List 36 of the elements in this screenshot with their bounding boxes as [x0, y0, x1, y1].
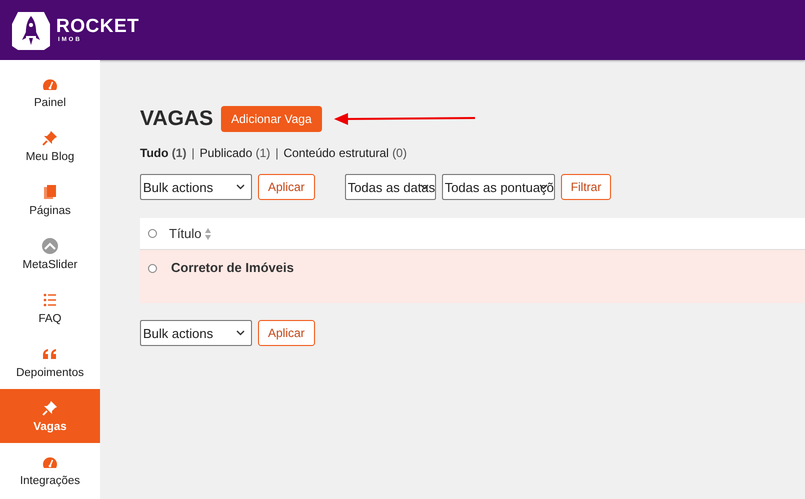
apply-button[interactable]: Aplicar: [258, 320, 315, 346]
filter-button[interactable]: Filtrar: [560, 174, 612, 200]
chevron-circle-icon: [42, 238, 58, 254]
separator: |: [191, 146, 195, 160]
rating-select[interactable]: Todas as pontuaçõ: [442, 174, 555, 200]
arrow-icon: [334, 112, 476, 126]
sidebar-item[interactable]: Páginas: [0, 173, 100, 227]
sidebar-item[interactable]: FAQ: [0, 281, 100, 335]
sidebar-item[interactable]: Painel: [0, 65, 100, 119]
chevron-icon: [236, 330, 245, 336]
sidebar-item[interactable]: Meu Blog: [0, 119, 100, 173]
sidebar-item[interactable]: MetaSlider: [0, 227, 100, 281]
brand-name: ROCKET: [56, 17, 140, 37]
sidebar-item[interactable]: Integrações: [0, 443, 100, 497]
row-checkbox[interactable]: [148, 264, 157, 273]
column-header[interactable]: Título: [169, 226, 202, 241]
pin-icon: [42, 400, 58, 416]
sidebar-item[interactable]: Depoimentos: [0, 335, 100, 389]
filter-link[interactable]: Tudo (1): [140, 146, 186, 160]
row-title[interactable]: Corretor de Imóveis: [171, 260, 294, 275]
chevron-icon: [420, 184, 429, 190]
list-icon: [42, 292, 58, 308]
page-title: VAGAS: [140, 107, 214, 131]
filter-link[interactable]: Conteúdo estrutural (0): [283, 146, 407, 160]
chevron-icon: [538, 184, 548, 190]
pin-icon: [42, 130, 58, 146]
pages-icon: [42, 184, 58, 200]
select-all-checkbox[interactable]: [148, 229, 157, 238]
sort-icon: [204, 226, 212, 240]
apply-button[interactable]: Aplicar: [258, 174, 315, 200]
bulk-actions-select[interactable]: Bulk actions: [140, 174, 252, 200]
chevron-icon: [236, 184, 245, 190]
separator: |: [275, 146, 278, 160]
filter-link[interactable]: Publicado (1): [200, 146, 270, 160]
bulk-actions-select[interactable]: Bulk actions: [140, 320, 252, 346]
date-select[interactable]: Todas as datas: [344, 174, 436, 200]
